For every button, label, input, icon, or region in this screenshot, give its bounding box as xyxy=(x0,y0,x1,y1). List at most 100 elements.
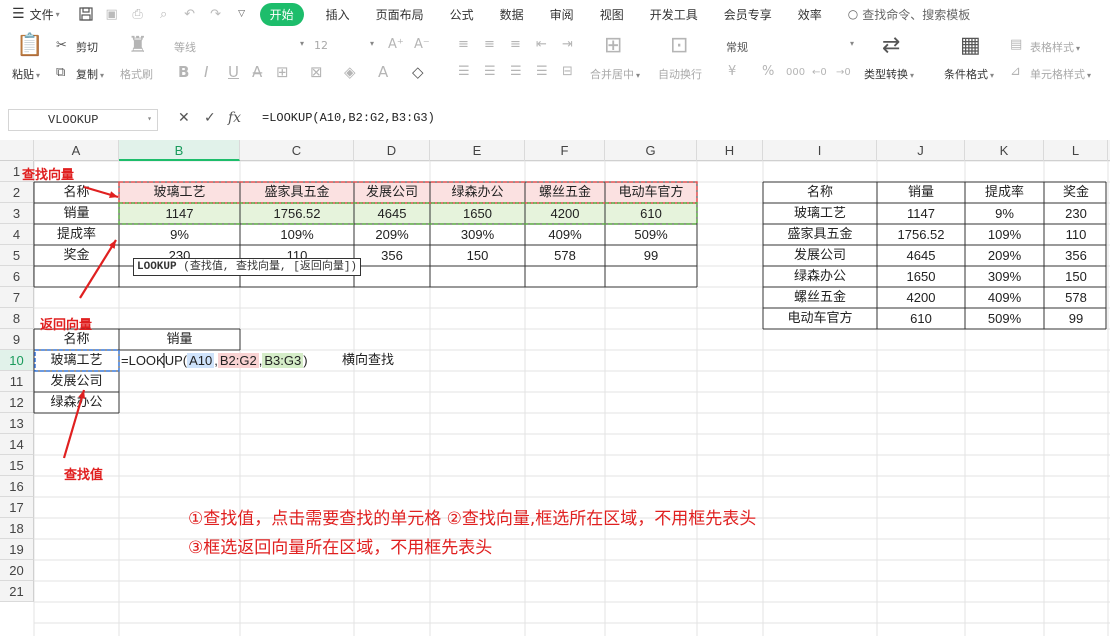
chevron-down-icon: ▾ xyxy=(636,71,641,80)
tab-view[interactable]: 视图 xyxy=(600,6,624,23)
label-return-vector: 返回向量 xyxy=(40,318,93,333)
arrow-lookup-vector-head xyxy=(109,191,118,199)
formula-bar: VLOOKUP ▾ ✕ ✓ fx =LOOKUP(A10,B2:G2,B3:G3… xyxy=(0,107,1110,133)
annotation-overlay xyxy=(33,181,1107,459)
borders-icon[interactable]: ⊞ xyxy=(276,64,289,80)
arrow-return-vector xyxy=(79,239,117,299)
align-center-icon[interactable]: ☰ xyxy=(484,64,496,80)
number-format-select[interactable]: 常规 ▾ xyxy=(726,39,856,55)
align-right-icon[interactable]: ☰ xyxy=(510,64,522,80)
chevron-down-icon: ▾ xyxy=(55,9,60,19)
export-pdf-icon[interactable]: ▣ xyxy=(104,6,120,22)
instruction-note-1: ①查找值，点击需要查找的单元格 ②查找向量,框选所在区域，不用框先表头 xyxy=(188,509,757,529)
label-lookup-value: 查找值 xyxy=(64,468,104,483)
tab-data[interactable]: 数据 xyxy=(500,6,524,23)
function-tooltip: LOOKUP (查找值, 查找向量, [返回向量]) xyxy=(133,258,362,276)
lookup-vector-range xyxy=(118,181,698,204)
type-convert-icon: ⇄ xyxy=(882,33,901,58)
formula-input[interactable]: =LOOKUP(A10,B2:G2,B3:G3) xyxy=(262,111,435,125)
cancel-formula-icon[interactable]: ✕ xyxy=(178,110,190,126)
font-color-icon[interactable]: A xyxy=(378,64,388,80)
bold-icon[interactable]: B xyxy=(178,64,189,80)
paste-label: 粘贴 xyxy=(12,68,34,81)
format-painter-button[interactable]: 格式刷 xyxy=(120,66,153,82)
strikethrough-icon[interactable]: A̶ xyxy=(252,64,262,80)
percent-icon[interactable]: % xyxy=(762,64,774,80)
save-icon[interactable] xyxy=(78,6,94,22)
spreadsheet-grid: ABCDEFGHIJKL 1 2 3 4 5 6 7 8 9 10 11 12 13 14 15 16 17 18… xyxy=(0,140,1110,636)
align-left-icon[interactable]: ☰ xyxy=(458,64,470,80)
underline-icon[interactable]: U xyxy=(228,64,239,80)
file-menu[interactable]: ☰ 文件 ▾ xyxy=(12,6,60,23)
insert-function-icon[interactable]: fx xyxy=(228,110,241,126)
print-preview-icon[interactable]: ⌕ xyxy=(156,6,172,22)
indent-decrease-icon[interactable]: ⇤ xyxy=(536,37,547,53)
cut-button[interactable]: 剪切 xyxy=(76,39,98,55)
copy-button[interactable]: 复制 ▾ xyxy=(76,66,104,82)
name-box[interactable]: VLOOKUP ▾ xyxy=(8,109,158,131)
conditional-format-button[interactable]: 条件格式 ▾ xyxy=(944,66,994,82)
tab-review[interactable]: 审阅 xyxy=(550,6,574,23)
tab-page-layout[interactable]: 页面布局 xyxy=(376,6,424,23)
print-icon[interactable]: ⎙ xyxy=(130,6,146,22)
confirm-formula-icon[interactable]: ✓ xyxy=(204,110,216,126)
decrease-decimal-icon[interactable]: →0 xyxy=(836,65,851,81)
tab-developer[interactable]: 开发工具 xyxy=(650,6,698,23)
thousands-separator-icon[interactable]: 000 xyxy=(786,65,805,81)
merge-center-icon: ⊞ xyxy=(604,33,623,58)
paste-button[interactable]: 粘贴 ▾ xyxy=(12,66,40,82)
number-format-value: 常规 xyxy=(726,41,748,54)
font-size-select[interactable]: 12 ▾ xyxy=(314,39,374,52)
lookup-value-range xyxy=(34,349,120,372)
menu-bar: ☰ 文件 ▾ ▣ ⎙ ⌕ ↶ ↷ ▽ 开始 插入 页面布局 公式 数据 审阅 视… xyxy=(0,0,1110,28)
font-name-select[interactable]: 等线 ▾ xyxy=(174,39,304,55)
currency-icon[interactable]: ¥ xyxy=(728,64,736,80)
cell-style-button[interactable]: 单元格样式 ▾ xyxy=(1030,66,1091,82)
arrow-lookup-value-head xyxy=(78,390,86,399)
increase-decimal-icon[interactable]: ←0 xyxy=(812,65,827,81)
paste-icon[interactable]: 📋 xyxy=(16,34,43,58)
wrap-text-button[interactable]: 自动换行 xyxy=(658,66,702,82)
tab-formulas[interactable]: 公式 xyxy=(450,6,474,23)
tab-efficiency[interactable]: 效率 xyxy=(798,6,822,23)
increase-font-icon[interactable]: A⁺ xyxy=(388,37,404,53)
fill-color-icon[interactable]: ◈ xyxy=(344,64,356,80)
indent-increase-icon[interactable]: ⇥ xyxy=(562,37,573,53)
name-box-value: VLOOKUP xyxy=(48,113,99,127)
redo-icon[interactable]: ↷ xyxy=(208,6,224,22)
table-style-label: 表格样式 xyxy=(1030,41,1074,54)
justify-icon[interactable]: ☰ xyxy=(536,64,548,80)
tab-insert[interactable]: 插入 xyxy=(326,6,350,23)
return-vector-range xyxy=(118,202,698,225)
label-lookup-vector: 查找向量 xyxy=(22,168,75,183)
align-middle-icon[interactable]: ≡ xyxy=(484,37,495,53)
align-bottom-icon[interactable]: ≡ xyxy=(510,37,521,53)
command-search[interactable]: ○ 查找命令、搜索模板 xyxy=(848,6,971,23)
tab-home[interactable]: 开始 xyxy=(259,2,304,26)
chevron-down-icon: ▾ xyxy=(370,39,375,48)
copy-icon: ⧉ xyxy=(56,65,66,80)
ribbon-toolbar: 📋 粘贴 ▾ ✂ 剪切 ⧉ 复制 ▾ ♜ 格式刷 等线 ▾ 12 ▾ A⁺ A⁻ B I… xyxy=(0,28,1110,96)
customize-quick-access-icon[interactable]: ▽ xyxy=(234,6,250,22)
scissors-icon: ✂ xyxy=(56,38,67,53)
merge-center-label: 合并居中 xyxy=(590,68,634,81)
tab-member[interactable]: 会员专享 xyxy=(724,6,772,23)
chevron-down-icon: ▾ xyxy=(1076,44,1081,53)
chevron-down-icon: ▾ xyxy=(910,71,915,80)
cell-fill-pattern-icon[interactable]: ⊠ xyxy=(310,64,323,80)
distribute-icon[interactable]: ⊟ xyxy=(562,64,573,80)
eraser-icon[interactable]: ◇ xyxy=(412,64,424,80)
align-top-icon[interactable]: ≡ xyxy=(458,37,469,53)
table-style-icon: ▤ xyxy=(1010,37,1023,52)
conditional-format-icon: ▦ xyxy=(960,33,981,58)
merge-center-button[interactable]: 合并居中 ▾ xyxy=(590,66,640,82)
italic-icon[interactable]: I xyxy=(204,64,208,80)
command-search-label: 查找命令、搜索模板 xyxy=(862,7,971,22)
format-painter-icon: ♜ xyxy=(128,33,148,58)
decrease-font-icon[interactable]: A⁻ xyxy=(414,37,430,53)
chevron-down-icon: ▾ xyxy=(850,39,855,48)
chevron-down-icon: ▾ xyxy=(36,71,41,80)
table-style-button[interactable]: 表格样式 ▾ xyxy=(1030,39,1080,55)
undo-icon[interactable]: ↶ xyxy=(182,6,198,22)
type-convert-button[interactable]: 类型转换 ▾ xyxy=(864,66,914,82)
